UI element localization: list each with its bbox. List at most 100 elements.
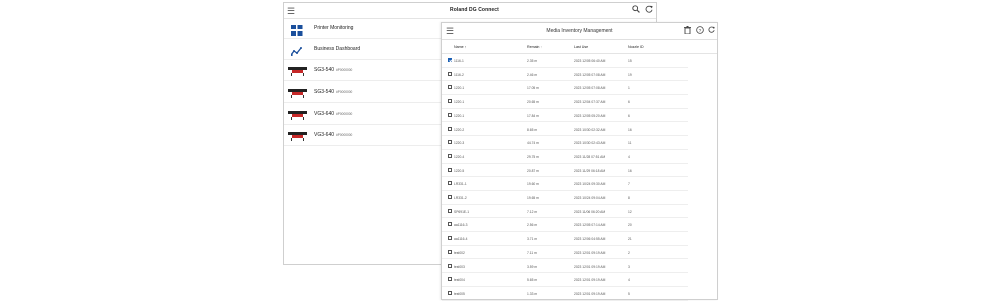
media-remain: 3.71 m xyxy=(527,237,538,242)
table-row[interactable]: 1220-2 8.65 m 2023 10/30 02:32 AM 16 xyxy=(442,123,688,137)
row-checkbox[interactable] xyxy=(448,208,452,213)
table-row[interactable]: 1116-2 2.46 m 2023 12/05 07:08 AM 19 xyxy=(442,68,688,82)
table-row[interactable]: LR331-1 19.60 m 2023 10/24 09:30 AM 7 xyxy=(442,177,688,191)
media-remain: 3.59 m xyxy=(527,264,538,269)
row-checkbox[interactable] xyxy=(448,140,452,145)
media-name: LR331-2 xyxy=(454,196,467,200)
media-last-use: 2023 12/05 05:20 AM xyxy=(574,113,606,118)
column-name-label: Name xyxy=(454,45,464,49)
media-nozzle-id: 1 xyxy=(628,86,630,91)
media-name: 1220-5 xyxy=(454,168,465,173)
media-name: test002 xyxy=(454,250,465,255)
table-row[interactable]: SP691E-1 7.12 m 2023 11/06 06:20 AM 12 xyxy=(442,205,688,219)
table-row[interactable]: 1116-1 2.35 m 2023 12/05 06:40 AM 15 xyxy=(442,54,688,68)
media-nozzle-id: 4 xyxy=(628,154,630,159)
printer-icon xyxy=(288,109,307,120)
svg-text:?: ? xyxy=(699,28,702,34)
media-last-use: 2023 10/24 09:04 AM xyxy=(574,196,606,200)
table-row[interactable]: 1220-1 20.65 m 2023 12/04 07:37 AM 6 xyxy=(442,95,688,109)
row-checkbox[interactable] xyxy=(448,112,452,117)
media-remain: 19.65 m xyxy=(527,196,539,200)
media-nozzle-id: 12 xyxy=(628,209,632,214)
media-nozzle-id: 19 xyxy=(628,72,632,77)
row-checkbox[interactable] xyxy=(448,99,452,104)
table-row[interactable]: aa1116-4 3.71 m 2023 12/06 04:55 AM 21 xyxy=(442,232,688,246)
media-remain: 8.65 m xyxy=(527,127,538,132)
table-row[interactable]: 1220-3 44.74 m 2023 10/30 02:43 AM 11 xyxy=(442,136,688,150)
brand-logo: Roland DG Connect xyxy=(450,7,499,13)
refresh-icon[interactable] xyxy=(708,26,715,35)
media-name: test005 xyxy=(454,291,465,296)
printer-model: SG3-540 xyxy=(314,67,335,73)
row-checkbox[interactable] xyxy=(448,71,452,76)
table-row[interactable]: test002 7.11 m 2023 12/01 09:19 AM 2 xyxy=(442,246,688,260)
media-remain: 7.11 m xyxy=(527,250,537,255)
table-row[interactable]: LR331-2 19.65 m 2023 10/24 09:04 AM 8 xyxy=(442,191,688,205)
trend-chart-icon xyxy=(290,44,303,56)
refresh-icon[interactable] xyxy=(645,5,653,15)
column-header-name[interactable]: Name ↑ xyxy=(454,45,466,49)
row-checkbox[interactable] xyxy=(448,236,452,241)
row-checkbox[interactable] xyxy=(448,263,452,268)
media-last-use: 2023 12/01 09:19 AM xyxy=(574,291,606,296)
media-name: 1220-2 xyxy=(454,127,465,132)
media-name: 1220-1 xyxy=(454,86,465,91)
media-last-use: 2023 10/30 02:43 AM xyxy=(574,141,606,146)
sort-icon: ↑ xyxy=(540,45,543,49)
column-header-nozzle-id[interactable]: Nozzle ID xyxy=(628,45,644,49)
column-remain-label: Remain xyxy=(527,45,540,49)
media-nozzle-id: 20 xyxy=(628,223,632,228)
media-remain: 5.65 m xyxy=(527,278,538,283)
media-last-use: 2023 12/01 09:19 AM xyxy=(574,278,606,283)
media-name: SP691E-1 xyxy=(454,209,470,214)
row-checkbox[interactable] xyxy=(448,181,452,186)
front-app-bar: ☰ Media Inventory Management ? xyxy=(442,23,717,40)
media-last-use: 2023 11/28 07:51 AM xyxy=(574,154,606,159)
search-icon[interactable] xyxy=(632,5,640,15)
printer-model: SG3-540 xyxy=(314,89,335,95)
printer-model: VG3-640 xyxy=(314,132,335,138)
help-icon[interactable]: ? xyxy=(696,26,704,36)
nav-label: Printer Monitoring xyxy=(314,25,354,31)
media-nozzle-id: 3 xyxy=(628,264,630,269)
column-header-remain[interactable]: Remain ↑ xyxy=(527,45,542,49)
table-row[interactable]: 1220-5 20.87 m 2023 11/29 06:18 AM 16 xyxy=(442,164,688,178)
row-checkbox[interactable] xyxy=(448,290,452,295)
media-last-use: 2023 12/05 07:08 AM xyxy=(574,86,606,91)
column-header-last-use[interactable]: Last Use xyxy=(574,45,588,49)
media-last-use: 2023 11/29 06:18 AM xyxy=(574,168,606,173)
media-remain: 1.33 m xyxy=(527,291,538,296)
media-name: 1220-4 xyxy=(454,154,465,159)
printer-serial: #P0000000 xyxy=(336,68,353,72)
media-remain: 7.12 m xyxy=(527,209,538,214)
printer-label: SG3-540 #P0000000 xyxy=(314,67,352,73)
row-checkbox[interactable] xyxy=(448,222,452,227)
table-row[interactable]: test005 1.33 m 2023 12/01 09:19 AM 5 xyxy=(442,287,688,301)
media-last-use: 2023 12/04 07:37 AM xyxy=(574,100,606,105)
delete-icon[interactable] xyxy=(684,26,691,36)
row-checkbox[interactable] xyxy=(448,167,452,172)
media-last-use: 2023 12/06 04:55 AM xyxy=(574,237,606,242)
table-row[interactable]: 1220-1 17.05 m 2023 12/05 07:08 AM 1 xyxy=(442,81,688,96)
table-row[interactable]: 1220-4 29.75 m 2023 11/28 07:51 AM 4 xyxy=(442,150,688,164)
table-row[interactable]: test003 3.59 m 2023 12/01 09:19 AM 3 xyxy=(442,260,688,274)
media-nozzle-id: 15 xyxy=(628,59,632,63)
media-name: 1116-2 xyxy=(454,72,464,77)
media-name: aa1116-4 xyxy=(454,237,468,242)
row-checkbox[interactable] xyxy=(448,195,452,199)
sort-ascending-icon: ↑ xyxy=(464,45,467,49)
back-app-bar: ☰ Roland DG Connect xyxy=(284,3,656,19)
table-row[interactable]: aa1116-3 2.56 m 2023 12/05 07:14 AM 20 xyxy=(442,218,688,233)
table-row[interactable]: 1220-1 17.84 m 2023 12/05 05:20 AM 6 xyxy=(442,109,688,123)
row-checkbox[interactable] xyxy=(448,58,452,62)
row-checkbox[interactable] xyxy=(448,249,452,254)
media-name: test004 xyxy=(454,278,465,283)
row-checkbox[interactable] xyxy=(448,126,452,131)
row-checkbox[interactable] xyxy=(448,277,452,282)
media-last-use: 2023 10/30 02:32 AM xyxy=(574,127,606,132)
row-checkbox[interactable] xyxy=(448,153,452,158)
hamburger-menu-icon[interactable]: ☰ xyxy=(287,6,295,17)
row-checkbox[interactable] xyxy=(448,85,452,90)
table-row[interactable]: test004 5.65 m 2023 12/01 09:19 AM 4 xyxy=(442,273,688,287)
media-last-use: 2023 12/05 07:14 AM xyxy=(574,223,606,228)
